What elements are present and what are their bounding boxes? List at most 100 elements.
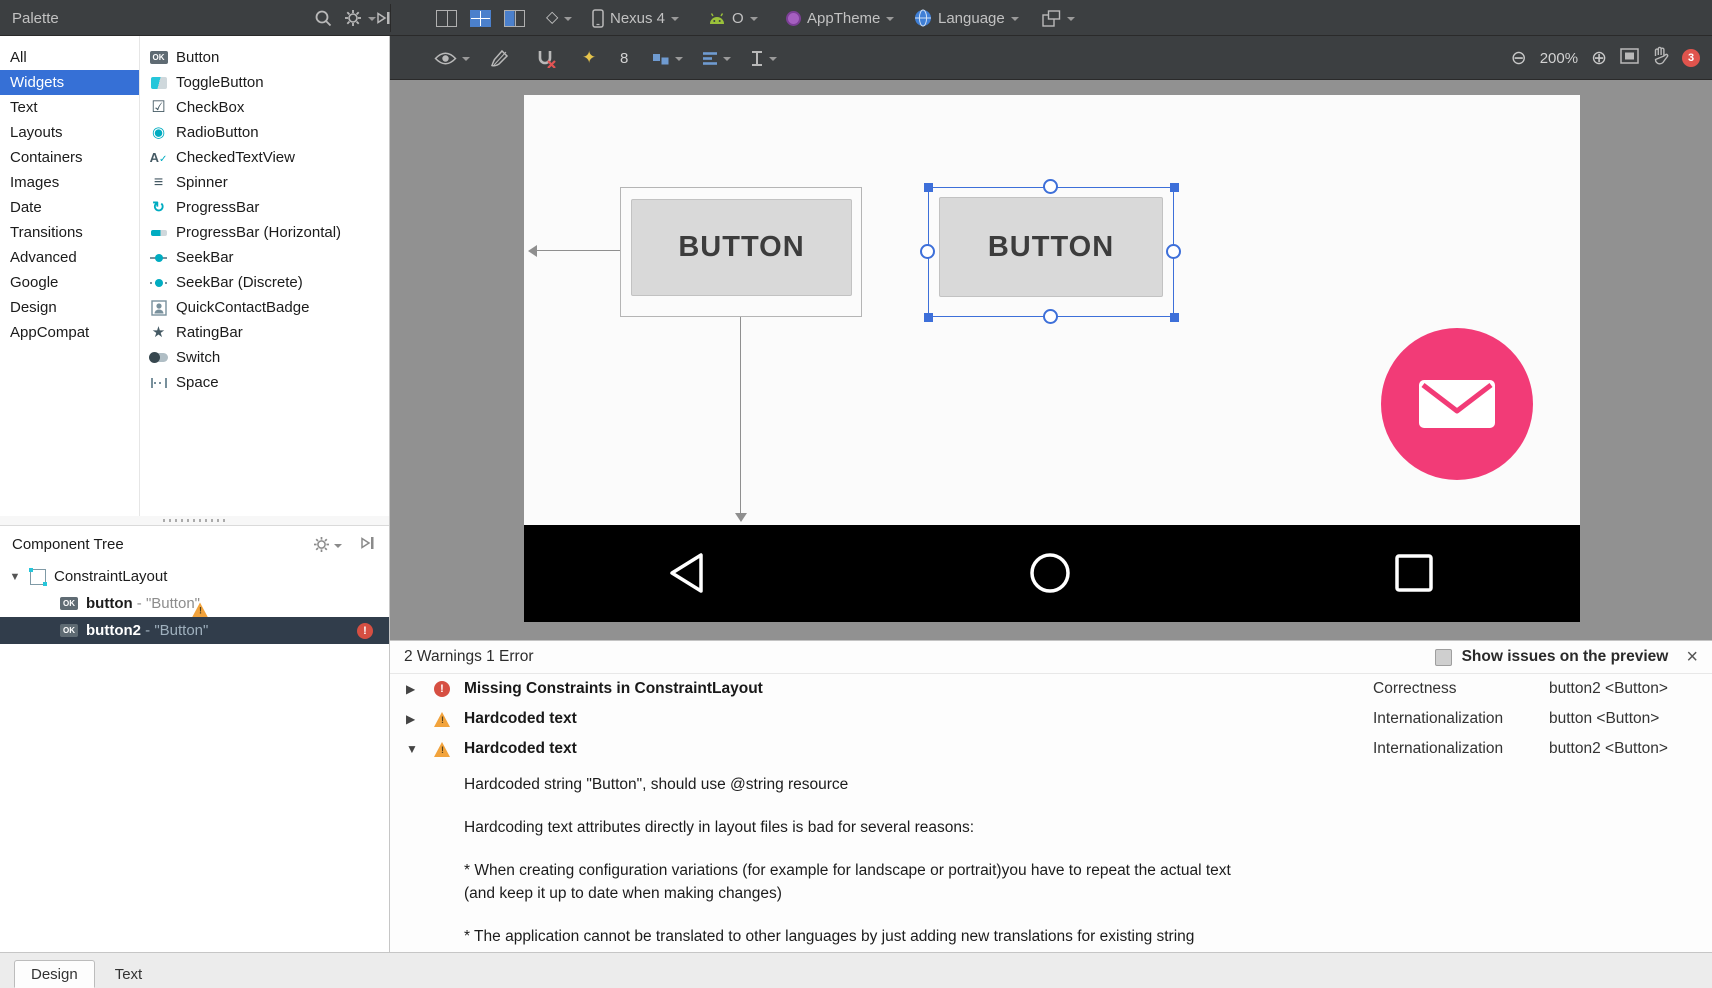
- orientation-button[interactable]: ◇: [546, 0, 573, 36]
- palette-category-design[interactable]: Design: [0, 295, 139, 320]
- theme-icon: [786, 10, 801, 26]
- component-tree-settings-button[interactable]: [313, 536, 342, 553]
- palette-item-togglebutton[interactable]: ToggleButton: [140, 70, 390, 95]
- button-icon: OK: [60, 624, 78, 637]
- palette-category-transitions[interactable]: Transitions: [0, 220, 139, 245]
- blueprint-view-button[interactable]: [470, 0, 491, 36]
- nav-recents-icon[interactable]: [1394, 553, 1434, 593]
- api-label: O: [732, 9, 744, 27]
- palette-item-progressbar-horizontal[interactable]: ProgressBar (Horizontal): [140, 220, 390, 245]
- collapse-arrow-icon[interactable]: ▼: [406, 742, 418, 756]
- palette-category-advanced[interactable]: Advanced: [0, 245, 139, 270]
- palette-item-button[interactable]: OK Button: [140, 45, 390, 70]
- constraint-anchor-right[interactable]: [1166, 244, 1181, 259]
- theme-selector[interactable]: AppTheme: [786, 0, 895, 36]
- tree-node-constraintlayout[interactable]: ▼ ConstraintLayout: [0, 563, 389, 590]
- zoom-to-fit-button[interactable]: [1620, 47, 1639, 69]
- dropdown-caret-icon: [1010, 17, 1019, 21]
- align-icon: [703, 51, 717, 65]
- issue-detail-line: * When creating configuration variations…: [464, 862, 1231, 879]
- palette-category-appcompat[interactable]: AppCompat: [0, 320, 139, 345]
- palette-item-quickcontactbadge[interactable]: QuickContactBadge: [140, 295, 390, 320]
- dropdown-caret-icon: [564, 17, 573, 21]
- render-errors-badge[interactable]: 3: [1682, 49, 1700, 67]
- eye-icon: [434, 52, 457, 64]
- dropdown-caret-icon: [368, 17, 376, 21]
- device-selector[interactable]: Nexus 4: [592, 0, 680, 36]
- palette-category-date[interactable]: Date: [0, 195, 139, 220]
- design-view-button[interactable]: [436, 0, 457, 36]
- palette-category-containers[interactable]: Containers: [0, 145, 139, 170]
- resize-handle-top-left[interactable]: [924, 183, 933, 192]
- constraint-anchor-bottom[interactable]: [1043, 309, 1058, 324]
- align-button[interactable]: [702, 36, 731, 80]
- api-version-selector[interactable]: O: [708, 0, 758, 36]
- tree-expand-icon[interactable]: ▼: [8, 571, 22, 583]
- constraint-anchor-top[interactable]: [1043, 179, 1058, 194]
- language-selector[interactable]: Language: [914, 0, 1019, 36]
- warning-icon: !: [434, 711, 451, 727]
- button2-widget[interactable]: BUTTON: [939, 197, 1163, 297]
- design-time-attrs-button[interactable]: [490, 36, 509, 80]
- tree-node-button[interactable]: OK button - "Button" !: [0, 590, 389, 617]
- component-tree-dock-button[interactable]: [360, 535, 375, 555]
- nav-back-icon[interactable]: [666, 549, 708, 597]
- issue-row-hardcoded-text-2[interactable]: ▼ ! Hardcoded text Internationalization …: [390, 734, 1712, 764]
- design-canvas[interactable]: BUTTON BUTTON: [390, 80, 1712, 640]
- issue-component: button <Button>: [1549, 710, 1660, 727]
- issue-row-missing-constraints[interactable]: ▶ ! Missing Constraints in ConstraintLay…: [390, 674, 1712, 704]
- autoconnect-off-button[interactable]: [536, 36, 556, 80]
- palette-category-text[interactable]: Text: [0, 95, 139, 120]
- expand-arrow-icon[interactable]: ▶: [406, 682, 415, 696]
- palette-item-radiobutton[interactable]: ◉ RadioButton: [140, 120, 390, 145]
- pan-button[interactable]: [1652, 46, 1669, 70]
- button1-widget[interactable]: BUTTON: [631, 199, 852, 296]
- palette-item-seekbar[interactable]: SeekBar: [140, 245, 390, 270]
- radiobutton-icon: ◉: [151, 124, 166, 141]
- palette-category-all[interactable]: All: [0, 45, 139, 70]
- palette-item-switch[interactable]: Switch: [140, 345, 390, 370]
- palette-item-space[interactable]: Space: [140, 370, 390, 395]
- nav-home-icon[interactable]: [1028, 551, 1072, 595]
- tab-text[interactable]: Text: [99, 960, 159, 988]
- palette-dock-button[interactable]: [376, 0, 391, 36]
- layout-variant-button[interactable]: [1042, 0, 1075, 36]
- zoom-out-button[interactable]: ⊖: [1511, 49, 1527, 68]
- resize-handle-top-right[interactable]: [1170, 183, 1179, 192]
- palette-item-checkedtextview[interactable]: A ✓ CheckedTextView: [140, 145, 390, 170]
- zoom-to-fit-icon: [1620, 47, 1639, 64]
- panel-splitter[interactable]: [0, 516, 389, 525]
- tab-design[interactable]: Design: [14, 960, 95, 988]
- issue-row-hardcoded-text-1[interactable]: ▶ ! Hardcoded text Internationalization …: [390, 704, 1712, 734]
- resize-handle-bottom-right[interactable]: [1170, 313, 1179, 322]
- expand-arrow-icon[interactable]: ▶: [406, 712, 415, 726]
- palette-category-google[interactable]: Google: [0, 270, 139, 295]
- resize-handle-bottom-left[interactable]: [924, 313, 933, 322]
- palette-category-images[interactable]: Images: [0, 170, 139, 195]
- palette-settings-button[interactable]: [344, 0, 376, 36]
- tree-node-id: button: [86, 595, 133, 612]
- top-toolbar: Palette ◇ Nexus 4 O AppTheme Language: [0, 0, 1712, 36]
- view-options-button[interactable]: [434, 36, 470, 80]
- guideline-button[interactable]: [750, 36, 777, 80]
- palette-category-layouts[interactable]: Layouts: [0, 120, 139, 145]
- palette-item-seekbar-discrete[interactable]: SeekBar (Discrete): [140, 270, 390, 295]
- palette-search-button[interactable]: [314, 0, 332, 36]
- show-issues-checkbox[interactable]: [1434, 648, 1452, 666]
- error-icon: !: [357, 622, 373, 639]
- tree-node-button2[interactable]: OK button2 - "Button" !: [0, 617, 389, 644]
- palette-category-widgets[interactable]: Widgets: [0, 70, 139, 95]
- zoom-in-button[interactable]: ⊕: [1591, 49, 1607, 68]
- close-icon[interactable]: ×: [1686, 647, 1698, 667]
- palette-item-checkbox[interactable]: ☑ CheckBox: [140, 95, 390, 120]
- pack-button[interactable]: [652, 36, 683, 80]
- default-margin-button[interactable]: 8: [620, 36, 628, 80]
- palette-item-ratingbar[interactable]: ★ RatingBar: [140, 320, 390, 345]
- palette-item-progressbar[interactable]: ↻ ProgressBar: [140, 195, 390, 220]
- fab-widget[interactable]: [1381, 328, 1533, 480]
- tree-node-label: ConstraintLayout: [54, 568, 168, 585]
- palette-item-spinner[interactable]: ≡ Spinner: [140, 170, 390, 195]
- infer-constraints-button[interactable]: ✦: [582, 36, 596, 80]
- both-views-button[interactable]: [504, 0, 525, 36]
- constraint-anchor-left[interactable]: [920, 244, 935, 259]
